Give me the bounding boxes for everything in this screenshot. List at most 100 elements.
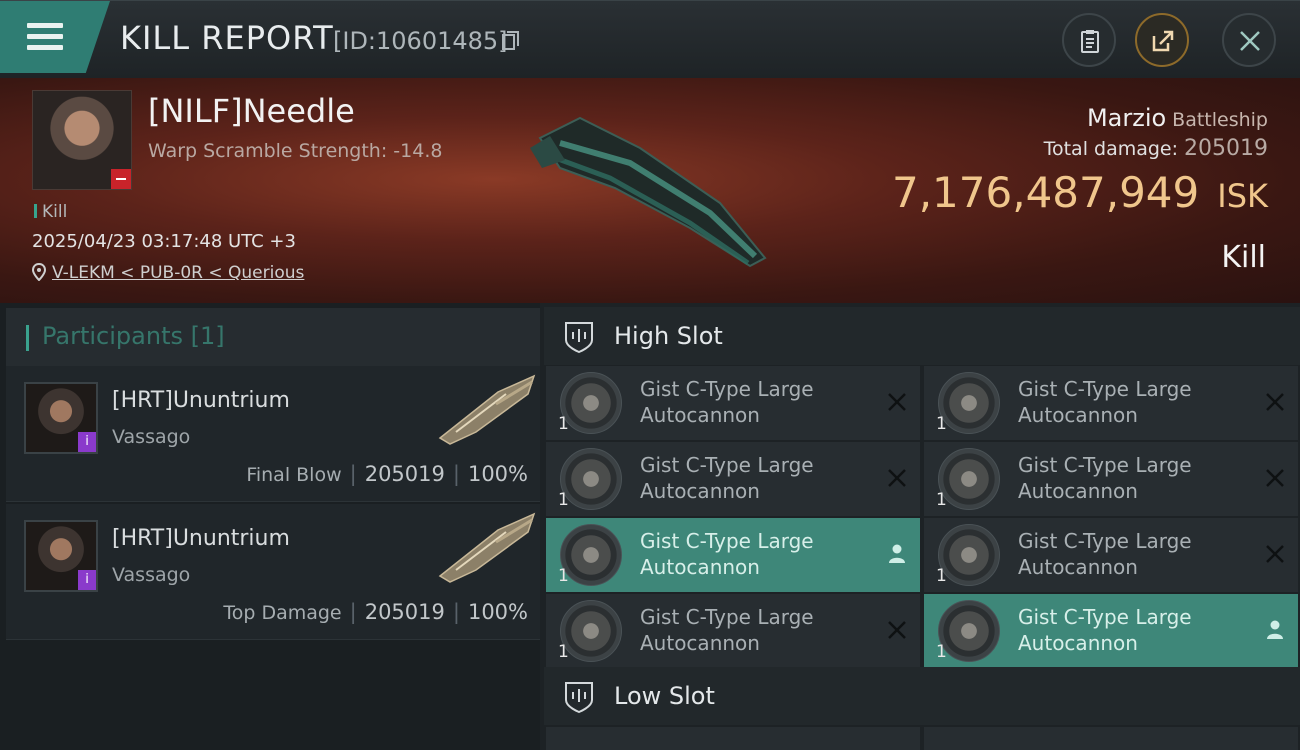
destroyed-x-icon (888, 469, 906, 487)
slot-shield-icon (565, 322, 593, 354)
participant-stats: Top Damage | 205019 | 100% (223, 600, 528, 624)
module-slot[interactable]: 1 Gist C-Type Large Autocannon (924, 366, 1298, 440)
module-name: Gist C-Type Large Autocannon (1018, 453, 1192, 503)
autocannon-icon (938, 524, 1000, 586)
module-slot[interactable]: 1 Gist C-Type Large Autocannon (546, 594, 920, 668)
victim-banner: [NILF]Needle Warp Scramble Strength: -14… (0, 78, 1300, 303)
destroyed-x-icon (1266, 393, 1284, 411)
autocannon-icon (938, 372, 1000, 434)
low-slot-label: Low Slot (614, 682, 715, 710)
module-name: Gist C-Type Large Autocannon (640, 605, 814, 655)
participant-avatar: i (24, 382, 98, 454)
module-name: Gist C-Type Large Autocannon (640, 377, 814, 427)
module-slot-partial[interactable] (924, 727, 1298, 750)
victim-detail: Warp Scramble Strength: -14.8 (148, 140, 443, 162)
menu-button[interactable] (0, 1, 110, 73)
total-damage: Total damage: 205019 (1044, 136, 1268, 161)
autocannon-icon (560, 448, 622, 510)
participant-name: [HRT]Ununtrium (112, 526, 290, 551)
participant-ship: Vassago (112, 426, 191, 448)
participant-ship: Vassago (112, 564, 191, 586)
victim-portrait[interactable] (32, 90, 132, 190)
participants-panel: Participants [1] i [HRT]Ununtrium Vassag… (0, 303, 540, 750)
module-name: Gist C-Type Large Autocannon (1018, 529, 1192, 579)
participant-damage: 205019 (364, 600, 445, 624)
module-slot-partial[interactable] (546, 727, 920, 750)
autocannon-icon (938, 600, 1000, 662)
module-qty: 1 (558, 414, 569, 434)
kill-type: Kill (1221, 240, 1266, 275)
kill-tag: Kill (34, 202, 67, 222)
participant-damage: 205019 (364, 462, 445, 486)
high-slot-label: High Slot (614, 322, 723, 350)
location-link[interactable]: V-LEKM < PUB-0R < Querious (52, 263, 304, 283)
location-pin-icon (32, 263, 46, 281)
participant-row[interactable]: i [HRT]Ununtrium Vassago Top Damage | 2050… (6, 504, 540, 640)
isk-amount: 7,176,487,949 (891, 168, 1200, 217)
participant-row[interactable]: i [HRT]Ununtrium Vassago Final Blow | 2050… (6, 366, 540, 502)
participant-percent: 100% (467, 600, 528, 624)
autocannon-icon (560, 372, 622, 434)
clipboard-button[interactable] (1062, 13, 1116, 67)
module-qty: 1 (558, 642, 569, 662)
low-slot-header[interactable]: Low Slot (544, 667, 1300, 725)
victim-ship-image (530, 116, 767, 268)
dropped-person-icon (1267, 620, 1283, 639)
isk-value: 7,176,487,949 ISK (892, 168, 1268, 217)
module-qty: 1 (936, 490, 947, 510)
destroyed-x-icon (888, 621, 906, 639)
module-name: Gist C-Type Large Autocannon (1018, 605, 1192, 655)
participant-avatar: i (24, 520, 98, 592)
clipboard-icon (1081, 30, 1099, 53)
destroyed-x-icon (1266, 469, 1284, 487)
hostile-badge (111, 169, 131, 189)
victim-ship[interactable]: Marzio Battleship (1087, 104, 1268, 132)
participant-ship-image (438, 374, 536, 445)
total-damage-label: Total damage: (1043, 138, 1179, 160)
module-slot[interactable]: 1 Gist C-Type Large Autocannon (546, 442, 920, 516)
module-slot[interactable]: 1 Gist C-Type Large Autocannon (924, 442, 1298, 516)
participant-role: Final Blow (246, 464, 342, 486)
copy-icon[interactable] (502, 31, 520, 51)
share-button[interactable] (1135, 13, 1189, 67)
info-badge: i (78, 570, 96, 590)
menu-icon (27, 23, 63, 51)
slot-shield-icon (565, 682, 593, 714)
info-badge: i (78, 432, 96, 452)
total-damage-value: 205019 (1184, 136, 1268, 161)
kill-location[interactable]: V-LEKM < PUB-0R < Querious (32, 263, 304, 283)
module-slot[interactable]: 1 Gist C-Type Large Autocannon (924, 518, 1298, 592)
page-title: KILL REPORT (120, 19, 334, 57)
module-slot[interactable]: 1 Gist C-Type Large Autocannon (546, 366, 920, 440)
kill-datetime: 2025/04/23 03:17:48 UTC +3 (32, 231, 296, 252)
autocannon-icon (560, 524, 622, 586)
module-slot-dropped[interactable]: 1 Gist C-Type Large Autocannon (924, 594, 1298, 668)
participant-ship-image (438, 512, 536, 583)
close-button[interactable] (1222, 13, 1276, 67)
dropped-person-icon (889, 544, 905, 563)
module-name: Gist C-Type Large Autocannon (640, 453, 814, 503)
participants-label: Participants [1] (42, 322, 225, 350)
victim-pilot-name[interactable]: [NILF]Needle (148, 92, 355, 130)
high-slot-header[interactable]: High Slot (544, 307, 1300, 365)
report-id: [ID:10601485] (333, 27, 508, 55)
module-qty: 1 (558, 490, 569, 510)
destroyed-x-icon (1266, 545, 1284, 563)
isk-unit: ISK (1217, 177, 1268, 215)
victim-ship-class: Battleship (1172, 109, 1268, 131)
participant-name: [HRT]Ununtrium (112, 388, 290, 413)
autocannon-icon (560, 600, 622, 662)
module-qty: 1 (936, 414, 947, 434)
participant-role: Top Damage (223, 602, 342, 624)
participant-stats: Final Blow | 205019 | 100% (246, 462, 528, 486)
module-qty: 1 (936, 642, 947, 662)
module-qty: 1 (558, 566, 569, 586)
fitting-panel: High Slot 1 Gist C-Type Large Autocannon … (540, 303, 1300, 750)
module-name: Gist C-Type Large Autocannon (640, 529, 814, 579)
module-slot-dropped[interactable]: 1 Gist C-Type Large Autocannon (546, 518, 920, 592)
autocannon-icon (938, 448, 1000, 510)
module-name: Gist C-Type Large Autocannon (1018, 377, 1192, 427)
participants-header[interactable]: Participants [1] (6, 308, 540, 366)
close-icon (1240, 31, 1260, 51)
destroyed-x-icon (888, 393, 906, 411)
